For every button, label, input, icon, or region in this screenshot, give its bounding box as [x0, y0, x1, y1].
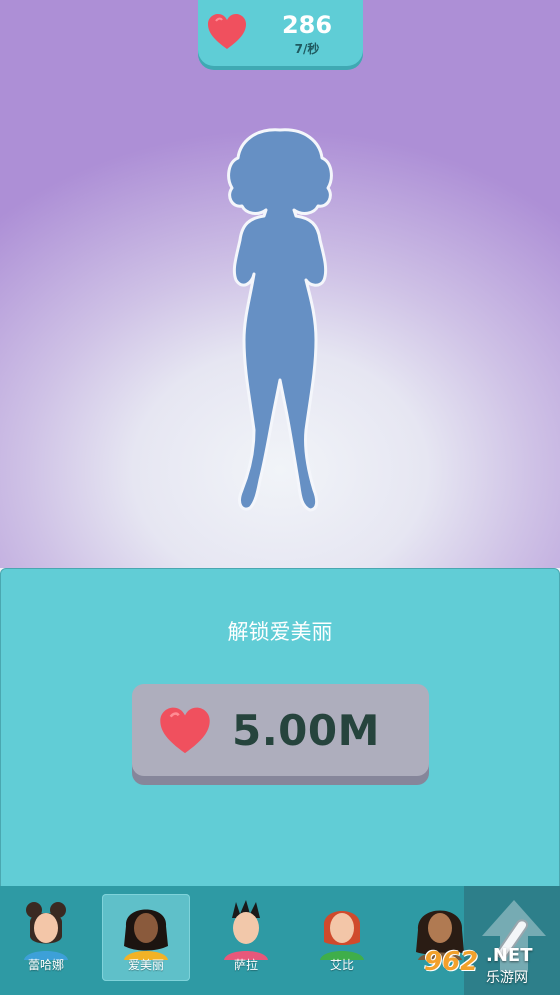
character-avatar	[124, 909, 168, 960]
site-watermark: 962 .NET 乐游网	[424, 943, 554, 989]
character-slot-amelie[interactable]: 爱美丽	[102, 894, 190, 981]
unlock-price: 5.00M	[232, 706, 380, 755]
character-avatar	[320, 911, 364, 960]
character-stage: 286 7/秒	[0, 0, 560, 568]
watermark-number: 962	[424, 947, 479, 977]
locked-character-silhouette	[227, 128, 333, 512]
character-slot-sara[interactable]: 萨拉	[202, 894, 290, 981]
character-selector-bar: 蕾哈娜 爱美丽 萨拉 艾比 962 .NET 乐游网	[0, 886, 560, 995]
character-slot-abby[interactable]: 艾比	[298, 894, 386, 981]
character-name: 艾比	[329, 958, 354, 972]
character-name: 萨拉	[233, 958, 258, 972]
character-name: 蕾哈娜	[27, 958, 64, 972]
character-avatar	[24, 902, 68, 960]
heart-icon	[160, 707, 210, 754]
unlock-price-button[interactable]: 5.00M	[132, 684, 429, 776]
hearts-rate: 7/秒	[294, 42, 320, 56]
heart-counter: 286 7/秒	[198, 0, 363, 66]
character-slot-rihanna[interactable]: 蕾哈娜	[2, 894, 90, 981]
heart-icon	[208, 14, 246, 49]
watermark-site: 乐游网	[486, 970, 528, 986]
hearts-total: 286	[281, 11, 333, 39]
character-name: 爱美丽	[127, 958, 164, 972]
character-avatar	[224, 900, 268, 960]
unlock-title: 解锁爱美丽	[227, 620, 333, 644]
unlock-panel: 解锁爱美丽 5.00M	[0, 568, 560, 888]
watermark-suffix: .NET	[486, 945, 533, 966]
